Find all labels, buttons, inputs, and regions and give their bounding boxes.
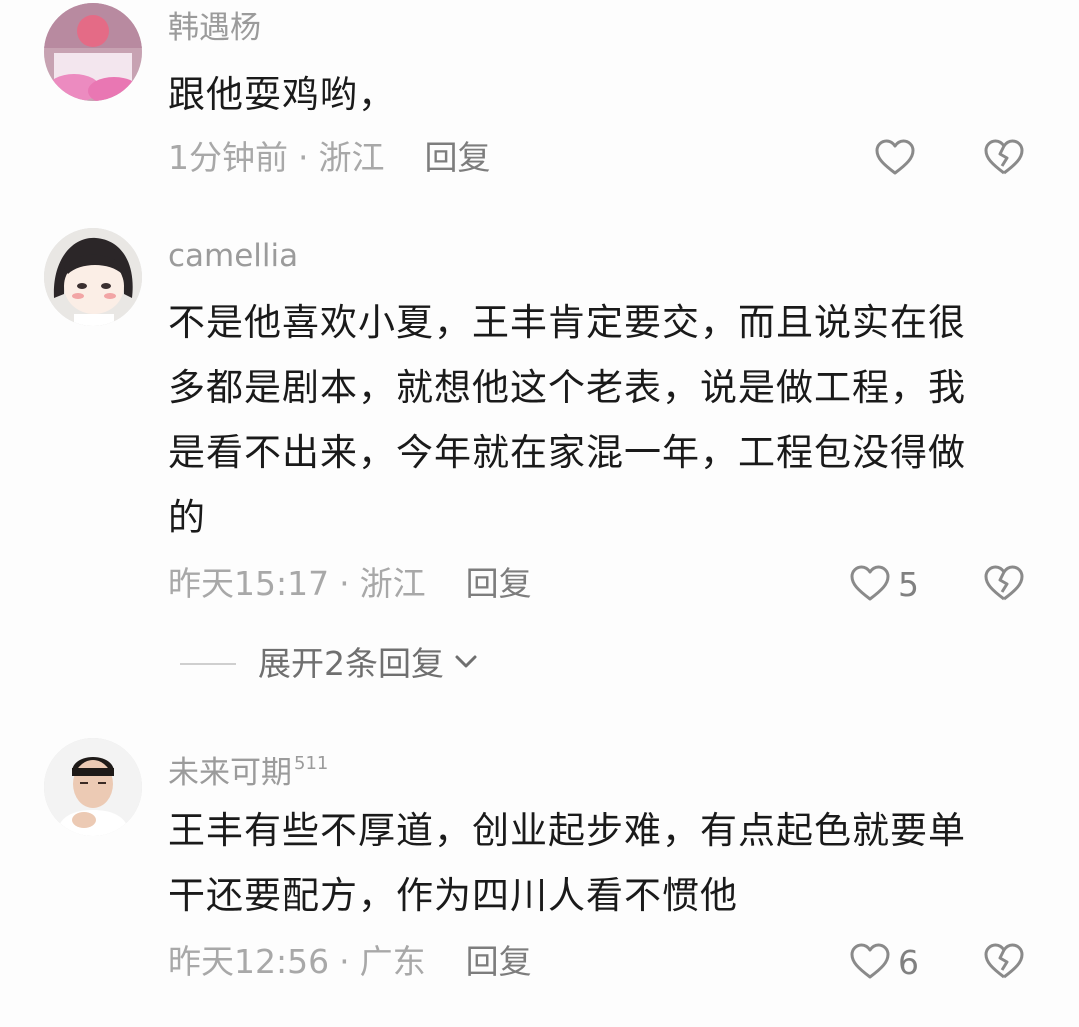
location: 广东 [359,942,426,981]
chevron-down-icon [452,642,480,686]
like-count: 6 [898,942,919,982]
dislike-button[interactable] [982,940,1026,984]
avatar-image [44,3,142,101]
avatar-image [44,738,142,836]
broken-heart-icon [982,940,1026,984]
dislike-button[interactable] [982,562,1026,606]
heart-outline-icon [873,136,917,180]
reply-button[interactable]: 回复 [425,138,491,177]
comment-text-line: 是看不出来，今年就在家混一年，工程包没得做 [168,431,966,474]
username[interactable]: 韩遇杨 [168,8,261,48]
expand-replies-label: 展开2条回复 [258,644,444,683]
avatar[interactable] [44,738,142,836]
comment-text: 王丰有些不厚道，创业起步难，有点起色就要单 干还要配方，作为四川人看不惯他 [168,798,1038,928]
timestamp: 1分钟前 [168,138,288,177]
broken-heart-icon [982,136,1026,180]
username-text: 未来可期 [168,755,292,791]
separator-dot: · [339,564,350,603]
location: 浙江 [359,564,426,603]
like-button[interactable]: 6 [848,940,919,984]
username[interactable]: 未来可期 511 [168,744,328,793]
separator-dot: · [339,942,350,981]
comment-text-line: 多都是剧本，就想他这个老表，说是做工程，我 [168,366,966,409]
timestamp: 昨天12:56 [168,942,330,981]
reply-button[interactable]: 回复 [466,564,532,603]
comment-meta: 1分钟前 · 浙江 回复 [168,136,491,180]
comment-meta: 昨天12:56 · 广东 回复 [168,940,532,984]
reply-button[interactable]: 回复 [466,942,532,981]
comment-text-line: 王丰有些不厚道，创业起步难，有点起色就要单 [168,809,966,852]
like-button[interactable]: 5 [848,562,919,606]
location: 浙江 [318,138,385,177]
broken-heart-icon [982,562,1026,606]
comment-text-line: 干还要配方，作为四川人看不惯他 [168,874,738,917]
comment-text: 跟他耍鸡哟， [168,73,396,116]
separator-dot: · [298,138,309,177]
like-count: 5 [898,564,919,604]
avatar[interactable] [44,3,142,101]
comment-text-line: 的 [168,496,206,539]
comment-text: 不是他喜欢小夏，王丰肯定要交，而且说实在很 多都是剧本，就想他这个老表，说是做工… [168,290,1038,550]
comment-meta: 昨天15:17 · 浙江 回复 [168,562,532,606]
heart-outline-icon [848,940,892,984]
like-button[interactable] [873,136,917,180]
comment-text-line: 不是他喜欢小夏，王丰肯定要交，而且说实在很 [168,301,966,344]
divider-line [180,663,236,665]
timestamp: 昨天15:17 [168,564,330,603]
username[interactable]: camellia [168,236,298,276]
expand-replies-button[interactable]: 展开2条回复 [180,642,480,686]
avatar-image [44,228,142,326]
user-badge: 511 [294,753,329,774]
avatar[interactable] [44,228,142,326]
heart-outline-icon [848,562,892,606]
dislike-button[interactable] [982,136,1026,180]
